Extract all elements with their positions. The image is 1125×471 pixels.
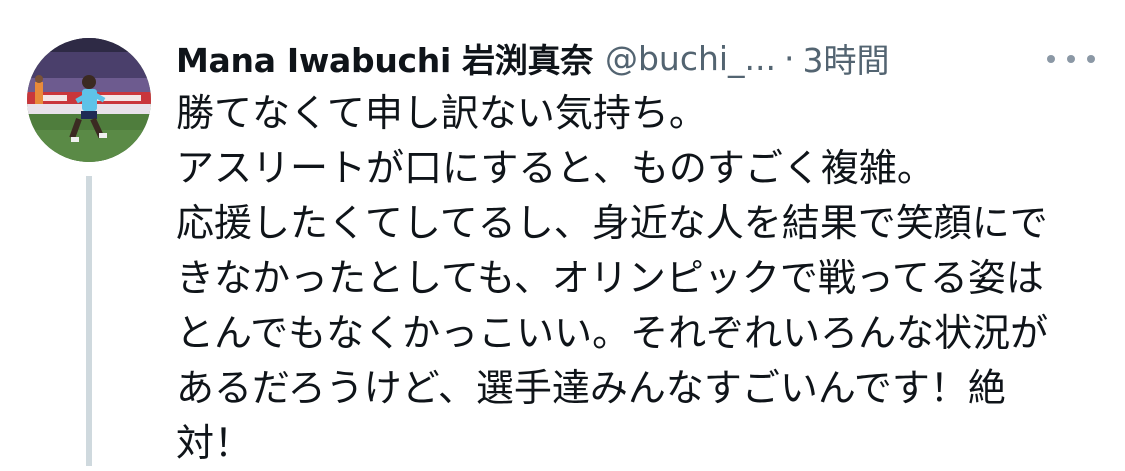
more-dot	[1047, 55, 1055, 63]
separator-dot: ·	[784, 38, 795, 78]
tweet-text-line: とんでもなくかっこいい。それぞれいろんな状況が	[176, 311, 1049, 355]
tweet-text: 勝てなくて申し訳ない気持ち。 アスリートが口にすると、ものすごく複雑。 応援した…	[176, 86, 1076, 471]
more-horizontal-icon[interactable]	[1047, 44, 1095, 74]
tweet-text-line: 勝てなくて申し訳ない気持ち。	[176, 91, 707, 135]
tweet-text-line: 対！	[176, 421, 253, 465]
tweet-header: Mana Iwabuchi 岩渕真奈 @buchi_... · 3時間	[176, 34, 890, 82]
tweet-text-line: アスリートが口にすると、ものすごく複雑。	[176, 146, 935, 190]
avatar-photo	[27, 38, 151, 162]
timestamp[interactable]: 3時間	[803, 34, 890, 82]
user-handle[interactable]: @buchi_...	[605, 39, 776, 78]
tweet-text-line: 応援したくてしてるし、身近な人を結果で笑顔にで	[176, 201, 1048, 245]
tweet-text-line: きなかったとしても、オリンピックで戦ってる姿は	[176, 256, 1044, 300]
avatar[interactable]	[27, 38, 151, 162]
more-dot	[1087, 55, 1095, 63]
tweet[interactable]: Mana Iwabuchi 岩渕真奈 @buchi_... · 3時間 勝てなく…	[0, 0, 1125, 466]
tweet-text-line: あるだろうけど、選手達みんなすごいんです！絶	[176, 366, 1006, 410]
thread-line	[86, 176, 92, 466]
display-name[interactable]: Mana Iwabuchi 岩渕真奈	[176, 34, 593, 82]
more-dot	[1067, 55, 1075, 63]
